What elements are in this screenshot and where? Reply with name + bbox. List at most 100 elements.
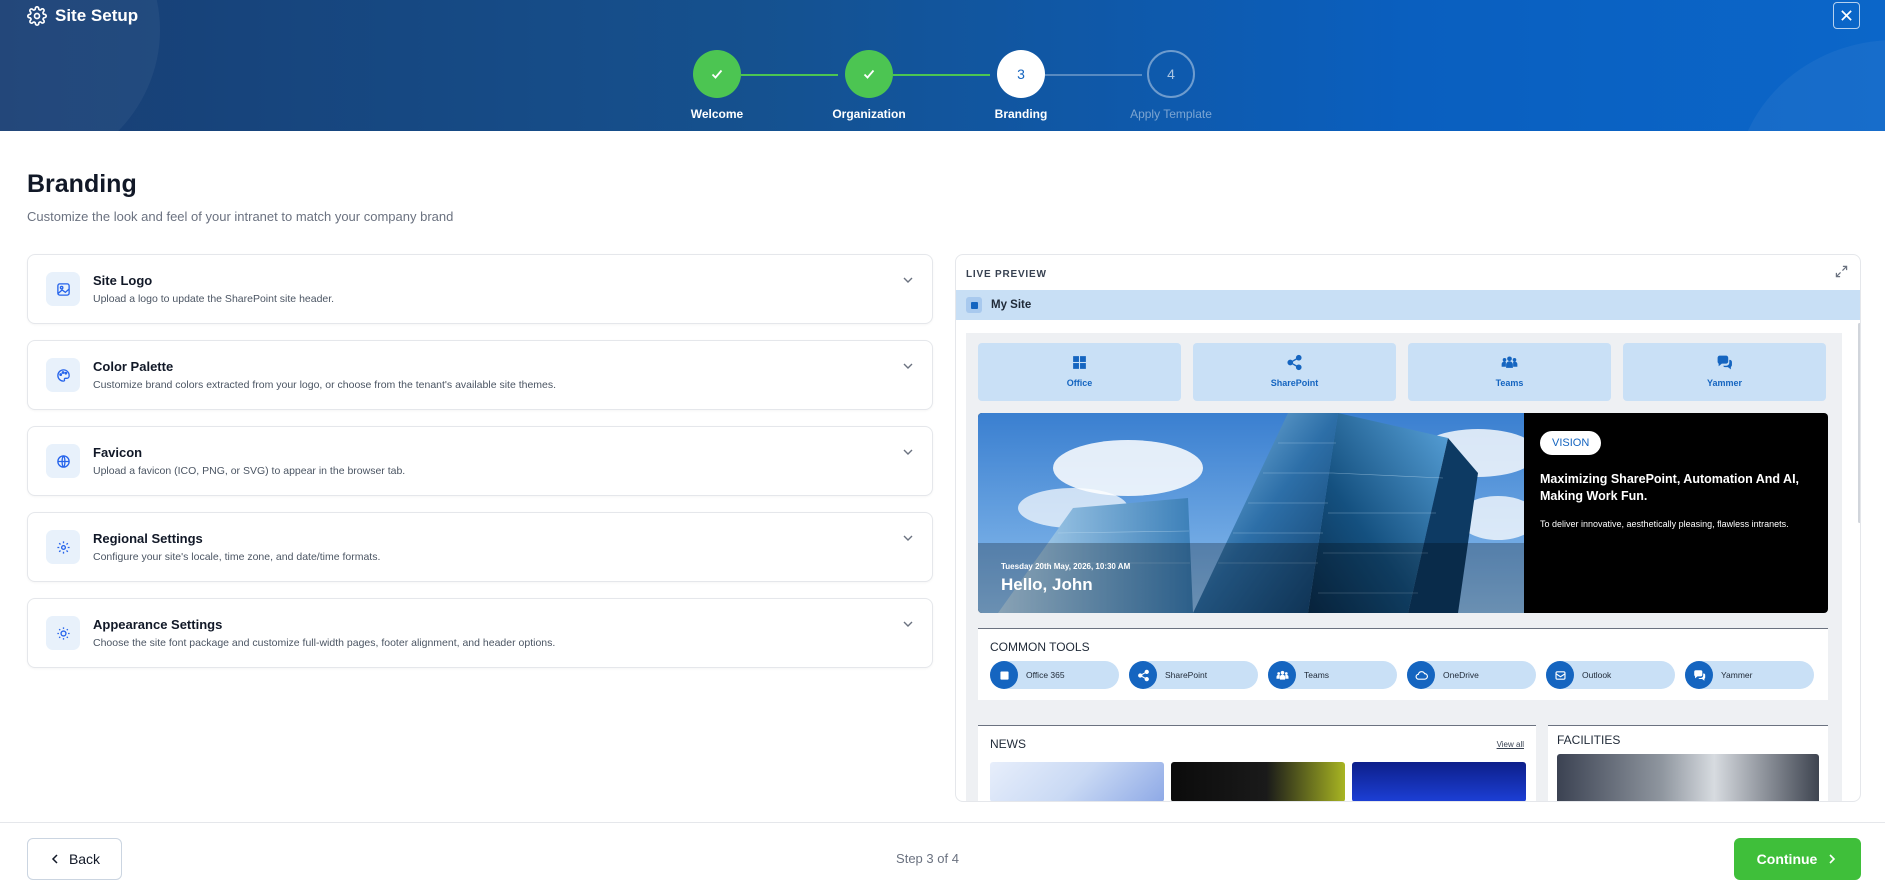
tool-label: Office 365: [1026, 670, 1065, 680]
continue-button-label: Continue: [1756, 851, 1818, 867]
check-icon: [711, 69, 723, 79]
preview-app-tiles: Office SharePoint Teams Yammer: [978, 343, 1828, 401]
gear-icon: [27, 6, 47, 26]
news-thumbnail: [1352, 762, 1526, 801]
globe-icon: [56, 454, 70, 468]
chevron-down-icon: [903, 449, 913, 455]
news-view-all-link[interactable]: View all: [1497, 740, 1524, 749]
app-tile-teams: Teams: [1408, 343, 1611, 401]
section-icon-box: [46, 272, 80, 306]
app-tile-label: Office: [1066, 378, 1093, 388]
section-title: Color Palette: [93, 359, 174, 374]
tool-label: Yammer: [1721, 670, 1753, 680]
check-icon: [863, 69, 875, 79]
chat-icon: [1717, 355, 1732, 370]
section-toggle[interactable]: [902, 531, 914, 549]
continue-button[interactable]: Continue: [1734, 838, 1861, 880]
section-title: Favicon: [93, 445, 143, 460]
expand-preview-button[interactable]: [1835, 265, 1848, 283]
section-icon-box: [46, 358, 80, 392]
common-tools-section: COMMON TOOLS Office 365 SharePoint Teams: [978, 628, 1828, 700]
section-description: Upload a favicon (ICO, PNG, or SVG) to a…: [93, 465, 406, 477]
step-welcome[interactable]: Welcome: [657, 50, 777, 121]
tool-pill-sharepoint: SharePoint: [1129, 661, 1258, 689]
news-title: NEWS: [990, 737, 1026, 751]
preview-canvas: Office SharePoint Teams Yammer Tuesday 2…: [966, 333, 1842, 801]
preview-site-header: My Site: [956, 290, 1860, 320]
preview-scrollbar[interactable]: [1858, 323, 1860, 523]
news-section: NEWS View all: [978, 725, 1536, 801]
step-branding[interactable]: 3 Branding: [961, 50, 1081, 121]
tool-pill-office-365: Office 365: [990, 661, 1119, 689]
live-preview-panel: LIVE PREVIEW My Site Office SharePoint T…: [955, 254, 1861, 802]
share-icon: [1287, 354, 1302, 371]
news-thumbnail: [990, 762, 1164, 801]
app-tile-sharepoint: SharePoint: [1193, 343, 1396, 401]
teams-icon: [1501, 356, 1518, 368]
step-label: Welcome: [690, 107, 744, 121]
branding-sections: Site Logo Upload a logo to update the Sh…: [27, 254, 933, 684]
news-thumbnail: [1171, 762, 1345, 801]
gear-icon: [56, 540, 70, 554]
preview-site-name: My Site: [991, 299, 1032, 311]
teams-icon: [1275, 670, 1289, 680]
app-tile-office: Office: [978, 343, 1181, 401]
section-description: Configure your site's locale, time zone,…: [93, 551, 381, 563]
hero-tagline: To deliver innovative, aesthetically ple…: [1540, 519, 1789, 529]
chevron-down-icon: [903, 277, 913, 283]
office-icon: [999, 670, 1009, 680]
section-site-logo[interactable]: Site Logo Upload a logo to update the Sh…: [27, 254, 933, 324]
close-button[interactable]: [1833, 2, 1860, 29]
office-icon: [1073, 356, 1086, 369]
section-toggle[interactable]: [902, 273, 914, 291]
tool-label: Teams: [1304, 670, 1330, 680]
facilities-title: FACILITIES: [1557, 733, 1621, 747]
share-icon: [1137, 669, 1149, 681]
image-icon: [56, 282, 70, 296]
facilities-section: FACILITIES: [1548, 725, 1828, 801]
step-label: Apply Template: [1130, 107, 1212, 121]
chevron-right-icon: [1829, 854, 1836, 864]
section-icon-box: [46, 444, 80, 478]
expand-icon: [1835, 265, 1848, 278]
tool-pill-teams: Teams: [1268, 661, 1397, 689]
tool-pill-yammer: Yammer: [1685, 661, 1814, 689]
section-toggle[interactable]: [902, 359, 914, 377]
section-appearance-settings[interactable]: Appearance Settings Choose the site font…: [27, 598, 933, 668]
section-toggle[interactable]: [902, 445, 914, 463]
hero-badge: VISION: [1540, 431, 1602, 455]
tool-label: SharePoint: [1165, 670, 1208, 680]
app-tile-label: SharePoint: [1270, 378, 1319, 388]
step-organization[interactable]: Organization: [809, 50, 929, 121]
step-label: Organization: [832, 107, 906, 121]
setup-title: Site Setup: [55, 6, 139, 25]
section-color-palette[interactable]: Color Palette Customize brand colors ext…: [27, 340, 933, 410]
section-regional-settings[interactable]: Regional Settings Configure your site's …: [27, 512, 933, 582]
footer-divider: [0, 822, 1885, 823]
tool-pill-onedrive: OneDrive: [1407, 661, 1536, 689]
common-tools-title: COMMON TOOLS: [990, 640, 1090, 654]
section-toggle[interactable]: [902, 617, 914, 635]
section-title: Site Logo: [93, 273, 153, 288]
section-title: Regional Settings: [93, 531, 203, 546]
tool-pill-outlook: Outlook: [1546, 661, 1675, 689]
tool-icon-circle: [1546, 661, 1574, 689]
tool-label: OneDrive: [1443, 670, 1479, 680]
sun-icon: [56, 626, 70, 640]
facilities-image: [1557, 754, 1819, 801]
page-subtitle: Customize the look and feel of your intr…: [27, 209, 454, 224]
app-tile-label: Teams: [1495, 378, 1524, 388]
tool-icon-circle: [990, 661, 1018, 689]
chevron-down-icon: [903, 363, 913, 369]
page-title: Branding: [27, 170, 137, 198]
chevron-down-icon: [903, 621, 913, 627]
tool-icon-circle: [1129, 661, 1157, 689]
mail-icon: [1554, 670, 1566, 680]
hero-headline: Maximizing SharePoint, Automation And AI…: [1540, 472, 1800, 503]
tool-icon-circle: [1268, 661, 1296, 689]
hero-date: Tuesday 20th May, 2026, 10:30 AM: [1001, 562, 1131, 571]
setup-header: Site Setup Welcome Organization 3 Brandi…: [0, 0, 1885, 131]
tool-icon-circle: [1685, 661, 1713, 689]
section-favicon[interactable]: Favicon Upload a favicon (ICO, PNG, or S…: [27, 426, 933, 496]
tool-label: Outlook: [1582, 670, 1612, 680]
